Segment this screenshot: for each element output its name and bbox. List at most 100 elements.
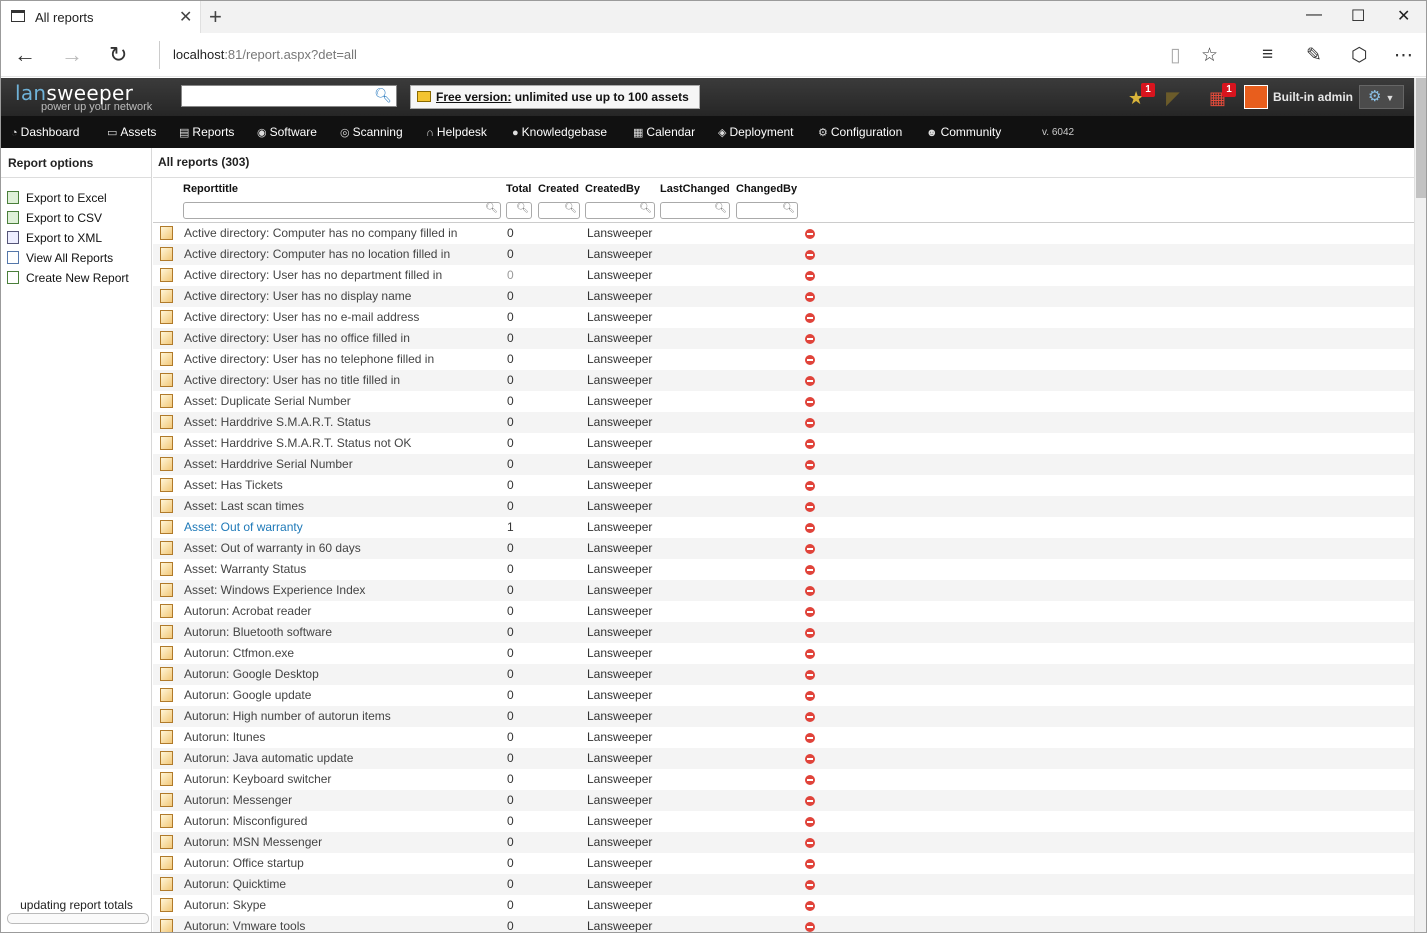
table-row[interactable]: Active directory: User has no department… (153, 265, 1414, 286)
delete-icon[interactable] (805, 607, 815, 617)
report-title-link[interactable]: Autorun: Itunes (184, 730, 265, 744)
maximize-button[interactable]: ☐ (1351, 6, 1365, 26)
delete-icon[interactable] (805, 859, 815, 869)
delete-icon[interactable] (805, 313, 815, 323)
delete-icon[interactable] (805, 901, 815, 911)
back-button[interactable]: ← (14, 42, 36, 68)
filter-total-input[interactable]: 🔍︎ (506, 202, 532, 219)
report-title-link[interactable]: Asset: Harddrive S.M.A.R.T. Status (184, 415, 371, 429)
browser-tab[interactable]: All reports ✕ (1, 1, 201, 33)
delete-icon[interactable] (805, 838, 815, 848)
delete-icon[interactable] (805, 523, 815, 533)
settings-button[interactable]: ⚙ ▼ (1359, 85, 1404, 109)
search-icon[interactable]: 🔍︎ (374, 87, 392, 104)
filter-created-input[interactable]: 🔍︎ (538, 202, 580, 219)
close-tab-icon[interactable]: ✕ (179, 7, 192, 27)
report-title-link[interactable]: Asset: Harddrive S.M.A.R.T. Status not O… (184, 436, 411, 450)
view-all-reports-link[interactable]: View All Reports (1, 248, 151, 268)
report-title-link[interactable]: Active directory: User has no telephone … (184, 352, 434, 366)
filter-changedby-input[interactable]: 🔍︎ (736, 202, 798, 219)
avatar[interactable] (1244, 85, 1268, 109)
report-title-link[interactable]: Asset: Warranty Status (184, 562, 306, 576)
column-header-reporttitle[interactable]: Reporttitle (183, 183, 238, 195)
table-row[interactable]: Active directory: Computer has no locati… (153, 244, 1414, 265)
nav-item-software[interactable]: ◉ Software (257, 125, 317, 139)
nav-item-knowledgebase[interactable]: ● Knowledgebase (512, 125, 607, 139)
delete-icon[interactable] (805, 418, 815, 428)
favorite-star-icon[interactable]: ☆ (1201, 44, 1218, 67)
delete-icon[interactable] (805, 481, 815, 491)
report-title-link[interactable]: Asset: Last scan times (184, 499, 304, 513)
column-header-created[interactable]: Created (538, 183, 579, 195)
report-title-link[interactable]: Active directory: User has no title fill… (184, 373, 400, 387)
report-title-link[interactable]: Asset: Windows Experience Index (184, 583, 365, 597)
delete-icon[interactable] (805, 775, 815, 785)
table-row[interactable]: Autorun: Keyboard switcher 0 Lansweeper (153, 769, 1414, 790)
export-csv-link[interactable]: Export to CSV (1, 208, 151, 228)
delete-icon[interactable] (805, 670, 815, 680)
delete-icon[interactable] (805, 271, 815, 281)
report-title-link[interactable]: Asset: Duplicate Serial Number (184, 394, 351, 408)
nav-item-calendar[interactable]: ▦ Calendar (633, 125, 695, 139)
report-title-link[interactable]: Asset: Out of warranty (184, 520, 303, 534)
table-row[interactable]: Autorun: Quicktime 0 Lansweeper (153, 874, 1414, 895)
delete-icon[interactable] (805, 712, 815, 722)
report-title-link[interactable]: Autorun: Ctfmon.exe (184, 646, 294, 660)
user-name[interactable]: Built-in admin (1273, 90, 1353, 104)
delete-icon[interactable] (805, 691, 815, 701)
report-title-link[interactable]: Active directory: Computer has no compan… (184, 226, 457, 240)
report-title-link[interactable]: Autorun: Office startup (184, 856, 304, 870)
column-header-createdby[interactable]: CreatedBy (585, 183, 640, 195)
report-title-link[interactable]: Autorun: MSN Messenger (184, 835, 322, 849)
report-title-link[interactable]: Active directory: Computer has no locati… (184, 247, 450, 261)
delete-icon[interactable] (805, 649, 815, 659)
report-title-link[interactable]: Active directory: User has no department… (184, 268, 442, 282)
delete-icon[interactable] (805, 334, 815, 344)
table-row[interactable]: Autorun: Acrobat reader 0 Lansweeper (153, 601, 1414, 622)
delete-icon[interactable] (805, 796, 815, 806)
delete-icon[interactable] (805, 439, 815, 449)
filter-lastchanged-input[interactable]: 🔍︎ (660, 202, 730, 219)
report-title-link[interactable]: Autorun: Keyboard switcher (184, 772, 331, 786)
delete-icon[interactable] (805, 292, 815, 302)
table-row[interactable]: Active directory: User has no telephone … (153, 349, 1414, 370)
scrollbar[interactable] (1414, 78, 1426, 932)
minimize-button[interactable]: — (1306, 6, 1322, 24)
close-window-button[interactable]: ✕ (1397, 6, 1410, 26)
delete-icon[interactable] (805, 250, 815, 260)
nav-item-helpdesk[interactable]: ∩ Helpdesk (426, 125, 487, 139)
report-title-link[interactable]: Asset: Has Tickets (184, 478, 283, 492)
export-xml-link[interactable]: Export to XML (1, 228, 151, 248)
new-tab-button[interactable]: + (209, 4, 222, 30)
report-title-link[interactable]: Autorun: Google Desktop (184, 667, 319, 681)
report-title-link[interactable]: Autorun: High number of autorun items (184, 709, 391, 723)
report-title-link[interactable]: Autorun: Bluetooth software (184, 625, 332, 639)
more-icon[interactable]: ⋯ (1394, 44, 1413, 67)
broom-icon[interactable]: ◤ (1166, 88, 1180, 109)
column-header-lastchanged[interactable]: LastChanged (660, 183, 730, 195)
table-row[interactable]: Asset: Harddrive S.M.A.R.T. Status not O… (153, 433, 1414, 454)
url-field[interactable]: localhost:81/report.aspx?det=all (173, 47, 357, 62)
delete-icon[interactable] (805, 355, 815, 365)
table-row[interactable]: Autorun: Misconfigured 0 Lansweeper (153, 811, 1414, 832)
table-row[interactable]: Autorun: Vmware tools 0 Lansweeper (153, 916, 1414, 932)
table-row[interactable]: Autorun: Bluetooth software 0 Lansweeper (153, 622, 1414, 643)
table-row[interactable]: Autorun: Google update 0 Lansweeper (153, 685, 1414, 706)
filter-reporttitle-input[interactable]: 🔍︎ (183, 202, 501, 219)
table-row[interactable]: Asset: Has Tickets 0 Lansweeper (153, 475, 1414, 496)
table-row[interactable]: Asset: Harddrive S.M.A.R.T. Status 0 Lansw… (153, 412, 1414, 433)
delete-icon[interactable] (805, 376, 815, 386)
free-version-banner[interactable]: Free version: unlimited use up to 100 as… (410, 85, 700, 109)
nav-item-dashboard[interactable]: ◔ Dashboard (11, 125, 79, 139)
delete-icon[interactable] (805, 628, 815, 638)
web-note-icon[interactable]: ✎ (1306, 44, 1322, 67)
nav-item-assets[interactable]: ▭ Assets (107, 125, 156, 139)
table-row[interactable]: Asset: Out of warranty in 60 days 0 Lanswe… (153, 538, 1414, 559)
report-title-link[interactable]: Autorun: Skype (184, 898, 266, 912)
nav-item-deployment[interactable]: ◈ Deployment (718, 125, 794, 139)
table-row[interactable]: Asset: Windows Experience Index 0 Lansweep… (153, 580, 1414, 601)
table-row[interactable]: Active directory: User has no office fil… (153, 328, 1414, 349)
table-row[interactable]: Asset: Last scan times 0 Lansweeper (153, 496, 1414, 517)
table-row[interactable]: Autorun: Messenger 0 Lansweeper (153, 790, 1414, 811)
report-title-link[interactable]: Autorun: Quicktime (184, 877, 286, 891)
